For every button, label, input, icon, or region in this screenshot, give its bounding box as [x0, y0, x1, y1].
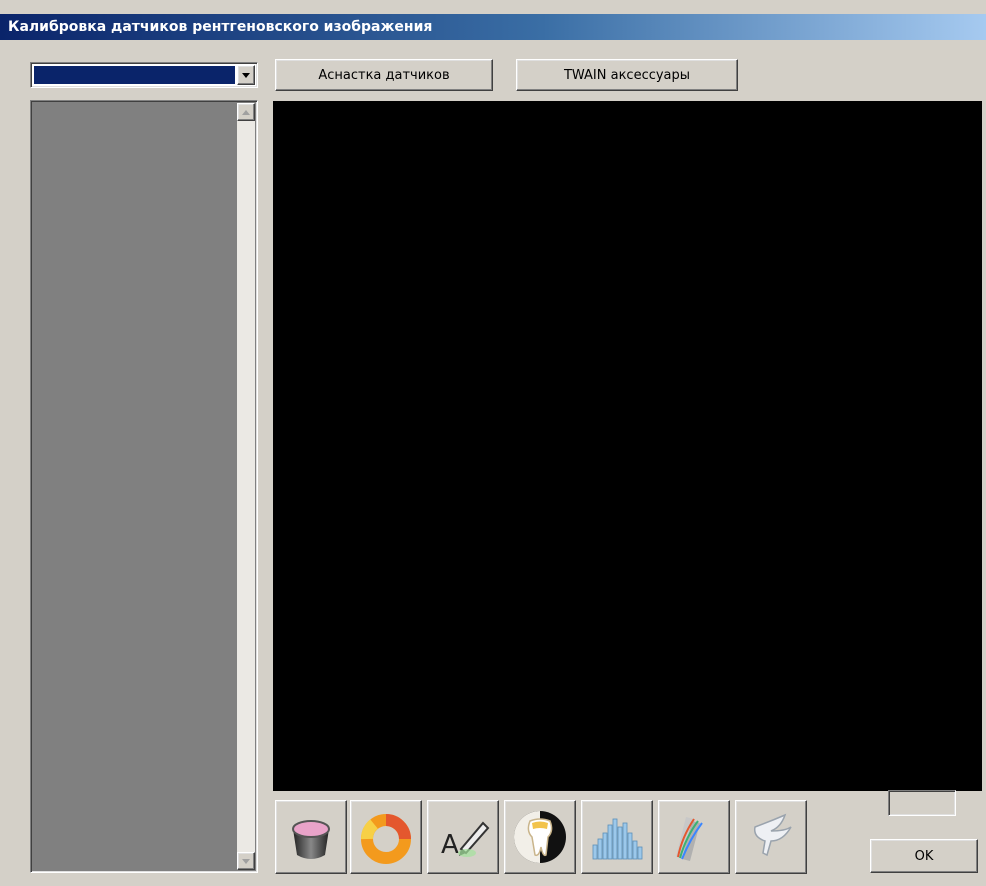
sensor-cup-tool-button[interactable]: [275, 800, 347, 874]
status-box: [888, 790, 956, 816]
ok-button[interactable]: OK: [870, 839, 978, 873]
dropdown-arrow-icon[interactable]: [237, 65, 255, 85]
text-annotate-icon: A: [441, 821, 490, 860]
color-ring-icon: [361, 814, 411, 864]
sensor-cup-icon: [292, 820, 330, 859]
sensor-select[interactable]: [30, 62, 258, 88]
tooth-tool-button[interactable]: [504, 800, 576, 874]
gradient-curves-icon: [676, 817, 703, 861]
histogram-icon: [592, 818, 643, 860]
tooth-icon: [514, 811, 566, 863]
sensor-list[interactable]: [30, 100, 258, 873]
sensor-select-value: [34, 66, 235, 84]
image-viewer[interactable]: [273, 101, 982, 791]
color-ring-tool-button[interactable]: [350, 800, 422, 874]
histogram-tool-button[interactable]: [581, 800, 653, 874]
vertical-scrollbar[interactable]: [237, 103, 255, 870]
sensor-equipment-button[interactable]: Аснастка датчиков: [275, 59, 493, 91]
gradient-curves-tool-button[interactable]: [658, 800, 730, 874]
scroll-up-icon[interactable]: [237, 103, 255, 121]
window-title: Калибровка датчиков рентгеновского изобр…: [8, 19, 433, 35]
scroll-down-icon[interactable]: [237, 852, 255, 870]
bird-tool-button[interactable]: [735, 800, 807, 874]
twain-accessories-button[interactable]: TWAIN аксессуары: [516, 59, 738, 91]
text-annotate-tool-button[interactable]: A: [427, 800, 499, 874]
sensor-list-body: [33, 103, 237, 870]
svg-text:A: A: [441, 830, 459, 860]
title-bar: Калибровка датчиков рентгеновского изобр…: [0, 14, 986, 40]
bird-icon: [753, 813, 792, 857]
